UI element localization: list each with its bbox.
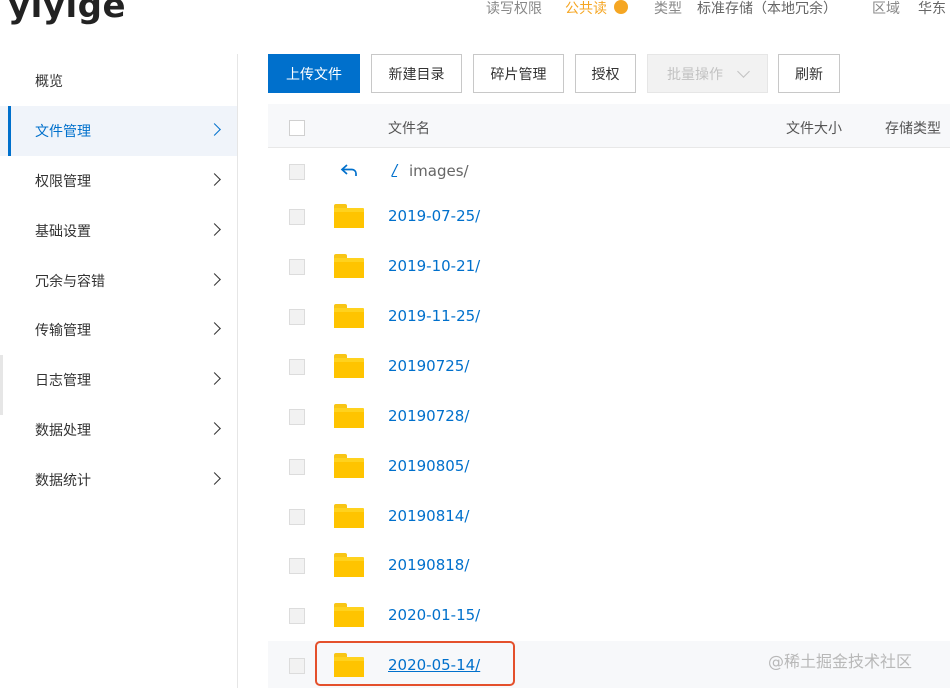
left-edge-marker [0,355,3,415]
table-header: 文件名 文件大小 存储类型 [268,104,950,148]
bucket-name: yiyige [8,0,127,26]
folder-link[interactable]: 2020-01-15/ [388,606,480,624]
sidebar-item-file-management[interactable]: 文件管理 [0,106,237,156]
row-checkbox[interactable] [289,309,305,325]
row-checkbox[interactable] [289,658,305,674]
table-row: 2020-01-15/ [268,591,950,641]
oss-console: yiyige 读写权限 公共读 类型 标准存储（本地冗余） 区域 华东 概览 文… [0,0,950,688]
upload-file-button[interactable]: 上传文件 [268,54,360,93]
table-row: 20190818/ [268,541,950,591]
folder-icon [334,304,364,328]
sidebar-divider [237,54,238,688]
folder-link[interactable]: 20190725/ [388,357,469,375]
table-row: 2019-07-25/ [268,192,950,242]
sidebar-nav: 概览 文件管理 权限管理 基础设置 冗余与容错 传输管理 日志管理 数据处理 数… [0,54,238,688]
row-checkbox[interactable] [289,209,305,225]
sidebar-item-overview[interactable]: 概览 [0,56,237,106]
sidebar-item-label: 数据统计 [35,473,91,489]
folder-icon [334,454,364,478]
chevron-right-icon [208,123,221,136]
permission-value: 公共读 [565,1,607,17]
table-row: 2019-11-25/ [268,292,950,342]
folder-link[interactable]: 20190818/ [388,556,469,574]
sidebar-item-label: 概览 [35,74,63,90]
row-checkbox[interactable] [289,259,305,275]
select-all-checkbox[interactable] [289,120,305,136]
region-label: 区域 [872,1,900,17]
row-checkbox[interactable] [289,459,305,475]
sidebar-item-transfer[interactable]: 传输管理 [0,305,237,355]
current-path: images/ [409,162,469,180]
chevron-right-icon [208,223,221,236]
row-checkbox[interactable] [289,608,305,624]
chevron-right-icon [208,472,221,485]
sidebar-item-label: 基础设置 [35,224,91,240]
row-checkbox[interactable] [289,558,305,574]
table-row: 20190728/ [268,392,950,442]
folder-link[interactable]: 2019-07-25/ [388,207,480,225]
folder-link[interactable]: 2019-11-25/ [388,307,480,325]
chevron-right-icon [208,322,221,335]
authorize-button[interactable]: 授权 [575,54,636,93]
parent-directory-row: / images/ [268,148,950,198]
folder-link[interactable]: 20190728/ [388,407,469,425]
folder-icon [334,504,364,528]
sidebar-item-label: 权限管理 [35,174,91,190]
folder-icon [334,404,364,428]
table-row: 20190725/ [268,342,950,392]
chevron-right-icon [208,273,221,286]
table-row: 20190814/ [268,492,950,542]
folder-icon [334,204,364,228]
chevron-right-icon [208,173,221,186]
chevron-down-icon [737,64,750,78]
sidebar-item-data-statistics[interactable]: 数据统计 [0,455,237,505]
batch-operation-dropdown[interactable]: 批量操作 [647,54,768,93]
row-checkbox[interactable] [289,509,305,525]
sidebar-item-label: 冗余与容错 [35,274,105,290]
sidebar-item-label: 传输管理 [35,323,91,339]
folder-link[interactable]: 20190814/ [388,507,469,525]
table-row: 20190805/ [268,442,950,492]
refresh-button[interactable]: 刷新 [778,54,840,93]
sidebar-item-redundancy[interactable]: 冗余与容错 [0,256,237,306]
column-header-name[interactable]: 文件名 [388,118,430,138]
folder-icon [334,603,364,627]
sidebar-item-label: 数据处理 [35,423,91,439]
type-label: 类型 [654,1,682,17]
row-checkbox[interactable] [289,164,305,180]
permission-label: 读写权限 [486,1,542,17]
region-value: 华东 [918,1,946,17]
folder-icon [334,354,364,378]
highlight-annotation-box [315,641,515,686]
chevron-right-icon [208,422,221,435]
folder-icon [334,254,364,278]
column-header-storage[interactable]: 存储类型 [885,118,941,138]
folder-link[interactable]: 2019-10-21/ [388,257,480,275]
sidebar-item-label: 日志管理 [35,373,91,389]
batch-operation-label: 批量操作 [667,66,723,83]
sidebar-item-label: 文件管理 [35,124,91,140]
row-checkbox[interactable] [289,359,305,375]
folder-link[interactable]: 20190805/ [388,457,469,475]
type-value: 标准存储（本地冗余） [697,1,837,17]
bucket-header: yiyige 读写权限 公共读 类型 标准存储（本地冗余） 区域 华东 [0,0,950,26]
sidebar-item-basic-settings[interactable]: 基础设置 [0,206,237,256]
watermark-text: @稀土掘金技术社区 [768,652,913,671]
fragment-management-button[interactable]: 碎片管理 [473,54,564,93]
new-directory-button[interactable]: 新建目录 [371,54,462,93]
column-header-size[interactable]: 文件大小 [786,118,842,138]
sidebar-item-permission[interactable]: 权限管理 [0,156,237,206]
info-icon[interactable] [614,0,628,14]
chevron-right-icon [208,372,221,385]
table-row: 2019-10-21/ [268,242,950,292]
row-checkbox[interactable] [289,409,305,425]
sidebar-item-logs[interactable]: 日志管理 [0,355,237,405]
back-arrow-icon[interactable] [340,161,360,179]
sidebar-item-data-processing[interactable]: 数据处理 [0,405,237,455]
folder-icon [334,553,364,577]
root-path-link[interactable]: / [392,161,397,179]
